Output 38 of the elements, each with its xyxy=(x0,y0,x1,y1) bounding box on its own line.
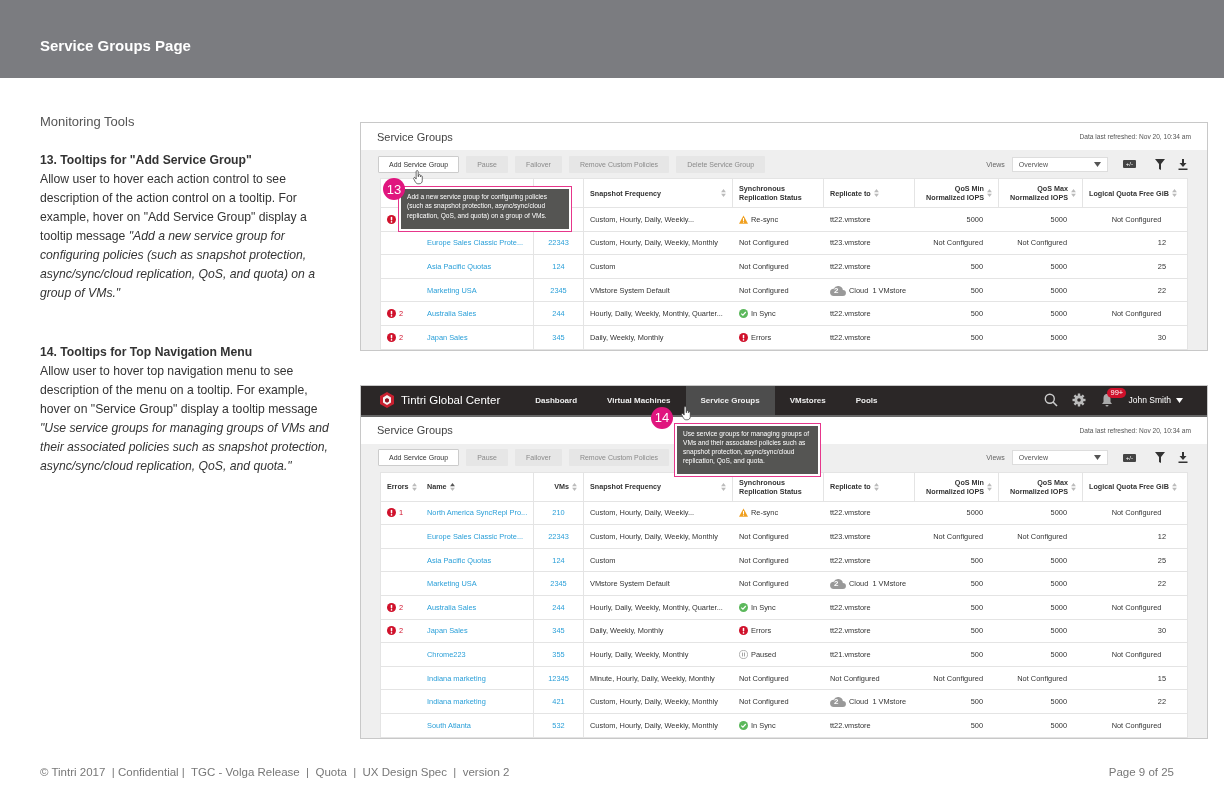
note-text: Allow user to hover top navigation menu to see description of the menu on a tooltip. For example, hover on "Service Group" display a tooltip message "Use service groups for managing groups of VMs and their associated policies such as snapshot protection, async/sync/cloud replication, QoS, and quota." xyxy=(40,363,330,475)
note-heading: 14. Tooltips for Top Navigation Menu xyxy=(40,344,254,361)
panel-title: Service Groups xyxy=(377,424,453,437)
pause-icon xyxy=(739,649,748,659)
check-icon xyxy=(739,720,748,730)
warning-icon xyxy=(739,508,748,518)
user-menu[interactable]: John Smith xyxy=(1128,395,1183,406)
cloud-icon: 2 xyxy=(830,284,846,296)
logo-icon xyxy=(379,392,395,409)
download-icon[interactable] xyxy=(1178,452,1188,464)
page-title: Service Groups Page xyxy=(40,35,191,54)
caret-icon xyxy=(1093,161,1101,167)
caret-icon xyxy=(1176,397,1183,403)
check-icon xyxy=(739,309,748,319)
settings-icon[interactable] xyxy=(1072,393,1087,408)
cloud-icon: 2 xyxy=(830,696,846,708)
panel-title: Service Groups xyxy=(377,130,453,143)
sort-icon[interactable] xyxy=(449,482,455,491)
download-icon[interactable] xyxy=(1178,158,1188,170)
error-icon xyxy=(739,332,748,342)
note-text: Allow user to hover each action control to see description of the action control on a tooltip. For example, hover on "Add Service Group" display a tooltip message "Add a new service group for configuring policies (such as snapshot protection, async/sync/cloud replication, QoS, and quota) on a group of VMs." xyxy=(40,171,317,302)
page-number: Page 9 of 25 xyxy=(1108,766,1174,778)
warning-icon xyxy=(739,214,748,224)
cloud-icon: 2 xyxy=(830,578,846,590)
filter-icon[interactable] xyxy=(1155,158,1165,170)
check-icon xyxy=(739,602,748,612)
caret-icon xyxy=(1093,455,1101,461)
nav-tab[interactable]: Pools xyxy=(840,385,893,415)
search-icon[interactable] xyxy=(1044,393,1059,408)
filter-icon[interactable] xyxy=(1155,452,1165,464)
footer-text: © Tintri 2017 | Confidential | TGC - Volga Release | Quota | UX Design Spec | version 2 xyxy=(40,766,510,778)
nav-tab[interactable]: Service Groups xyxy=(685,385,775,415)
nav-tab[interactable]: VMstores xyxy=(774,385,841,415)
nav-tab[interactable]: Dashboard xyxy=(520,385,593,415)
app-title: Tintri Global Center xyxy=(401,394,501,407)
note-heading: 13. Tooltips for "Add Service Group" xyxy=(40,152,253,169)
error-icon xyxy=(739,626,748,636)
section-title: Monitoring Tools xyxy=(40,114,136,129)
